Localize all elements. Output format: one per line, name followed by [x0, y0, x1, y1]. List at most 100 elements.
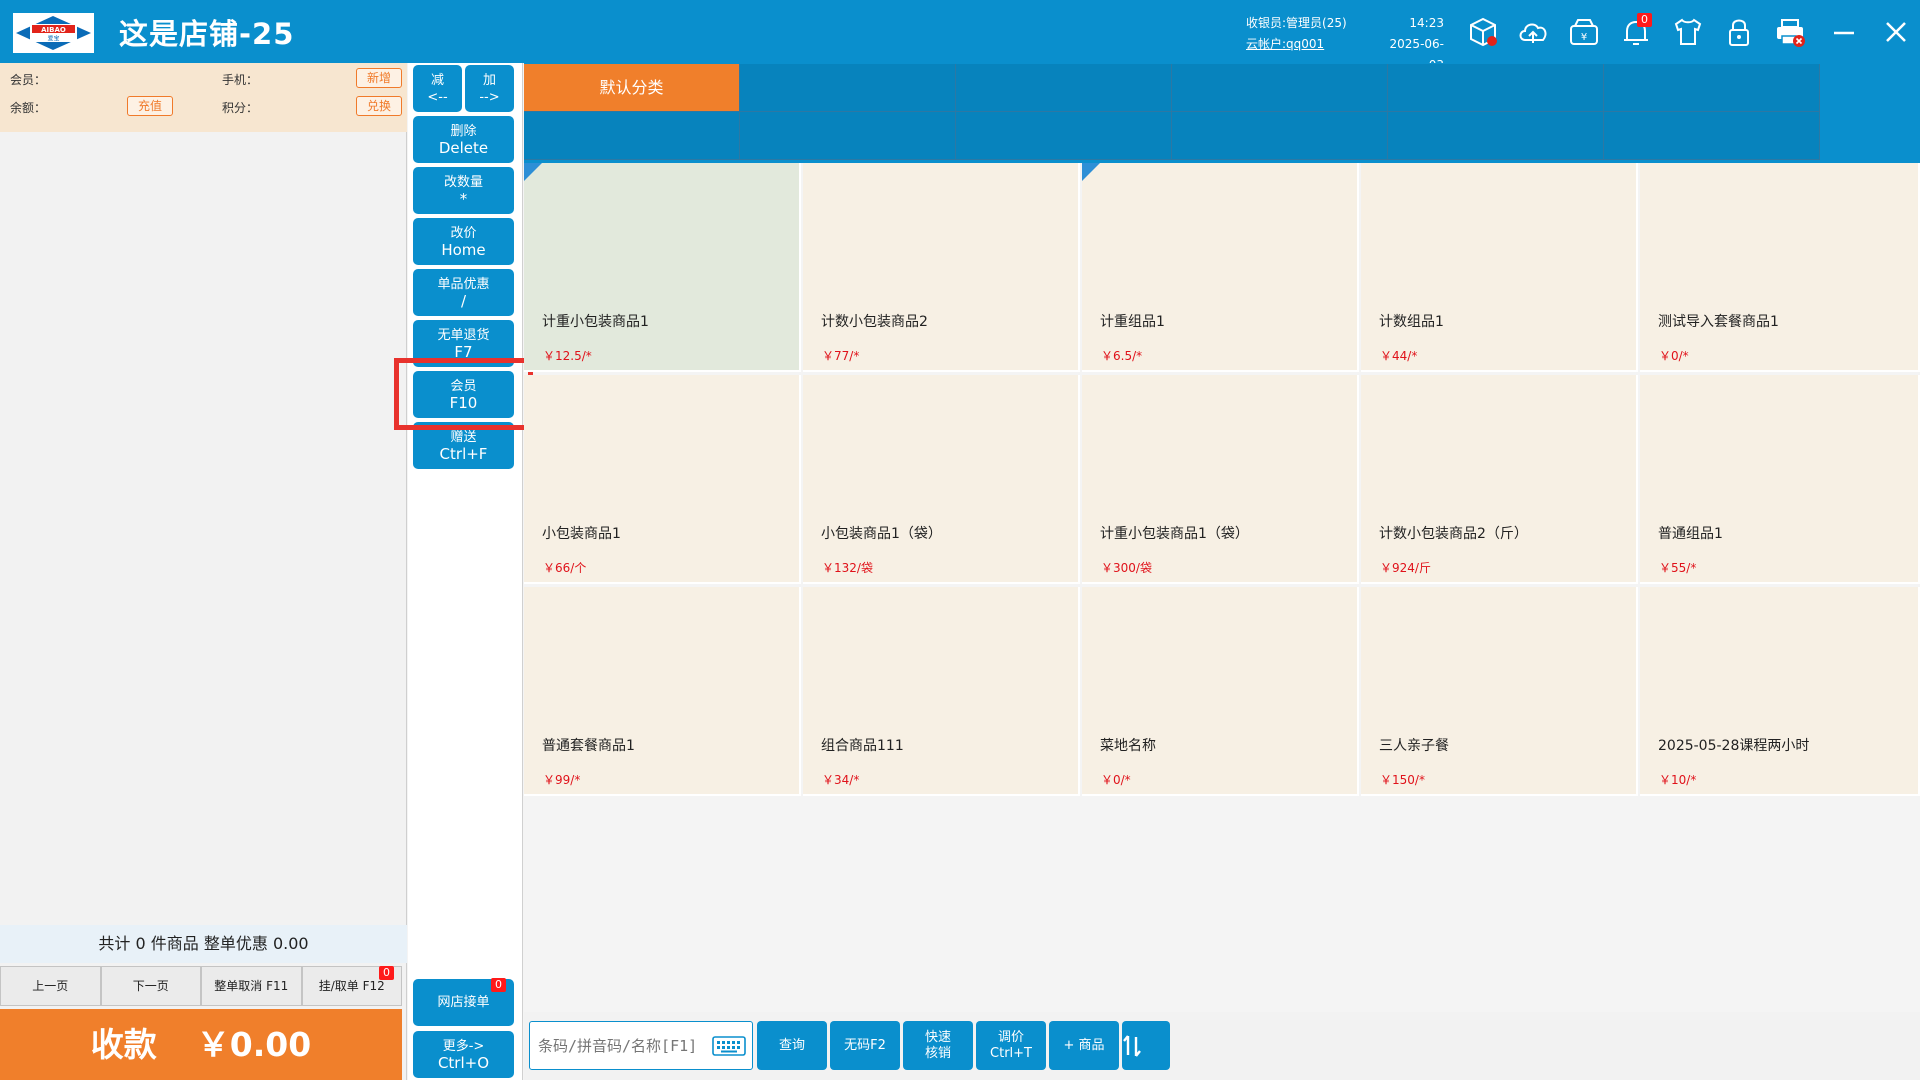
cash-box-icon[interactable]: ¥	[1566, 14, 1602, 50]
product-tile[interactable]: 组合商品111 ￥34/*	[803, 587, 1080, 796]
product-name: 计数组品1	[1379, 314, 1444, 330]
query-button[interactable]: 查询	[757, 1021, 827, 1070]
barcode-search-input[interactable]	[530, 1022, 710, 1069]
product-tile[interactable]: 菜地名称 ￥0/*	[1082, 587, 1359, 796]
more-button[interactable]: 更多-> Ctrl+O	[413, 1031, 514, 1078]
new-member-button[interactable]: 新增	[356, 68, 402, 88]
box-icon[interactable]	[1465, 14, 1501, 50]
product-price: ￥66/个	[543, 561, 587, 575]
product-name: 小包装商品1（袋）	[821, 526, 942, 542]
product-name: 菜地名称	[1100, 738, 1156, 754]
lock-icon[interactable]	[1721, 14, 1757, 50]
item-discount-label: 单品优惠	[437, 276, 490, 292]
delete-label: 删除	[450, 123, 477, 139]
product-name: 计重小包装商品1（袋）	[1100, 526, 1249, 542]
product-tile[interactable]: 计数小包装商品2（斤） ￥924/斤	[1361, 375, 1638, 584]
add-product-button[interactable]: + 商品	[1049, 1021, 1119, 1070]
recharge-button[interactable]: 充值	[127, 96, 173, 116]
category-default[interactable]: 默认分类	[524, 64, 740, 112]
category-slot[interactable]	[524, 112, 740, 160]
close-icon[interactable]	[1878, 14, 1914, 50]
checkout-label: 收款	[90, 1025, 157, 1064]
cancel-order-button[interactable]: 整单取消 F11	[201, 966, 302, 1006]
category-bar: 默认分类	[524, 63, 1920, 163]
product-name: 小包装商品1	[542, 526, 621, 542]
change-quantity-button[interactable]: 改数量 *	[413, 167, 514, 214]
category-slot[interactable]	[740, 112, 956, 160]
product-tile[interactable]: 计数组品1 ￥44/*	[1361, 163, 1638, 372]
adjust-price-shortcut: Ctrl+T	[990, 1045, 1032, 1061]
more-shortcut: Ctrl+O	[437, 1053, 490, 1072]
product-price: ￥44/*	[1380, 349, 1418, 363]
next-page-button[interactable]: 下一页	[100, 966, 201, 1006]
app-logo: AIBAO 爱宝	[13, 13, 94, 53]
cloud-account-link[interactable]: 云帐户:qq001	[1246, 34, 1347, 55]
increase-button[interactable]: 加 -->	[465, 65, 514, 112]
member-label: 会员：	[10, 73, 47, 87]
store-name: 这是店铺-25	[119, 17, 295, 51]
category-slot[interactable]	[956, 112, 1172, 160]
product-name: 计数小包装商品2	[821, 314, 928, 330]
cloud-upload-icon[interactable]	[1515, 14, 1551, 50]
minimize-icon[interactable]	[1826, 14, 1862, 50]
adjust-price-button[interactable]: 调价 Ctrl+T	[976, 1021, 1046, 1070]
cashier-info: 收银员:管理员(25) 云帐户:qq001	[1246, 13, 1347, 55]
adjust-price-label: 调价	[997, 1029, 1024, 1045]
increase-shortcut: -->	[479, 89, 500, 105]
product-tile[interactable]: 计重组品1 ￥6.5/*	[1082, 163, 1359, 372]
category-slot[interactable]	[1172, 112, 1388, 160]
product-price: ￥77/*	[822, 349, 860, 363]
category-slot[interactable]	[740, 64, 956, 112]
redeem-points-button[interactable]: 兑换	[356, 96, 402, 116]
prev-page-button[interactable]: 上一页	[0, 966, 101, 1006]
product-tile[interactable]: 普通套餐商品1 ￥99/*	[524, 587, 801, 796]
points-label: 积分：	[222, 101, 259, 115]
delete-shortcut: Delete	[438, 138, 489, 157]
product-tile[interactable]: 计数小包装商品2 ￥77/*	[803, 163, 1080, 372]
quick-verify-button[interactable]: 快速 核销	[903, 1021, 973, 1070]
change-price-shortcut: Home	[441, 240, 486, 259]
sort-button[interactable]	[1122, 1021, 1170, 1070]
product-price: ￥6.5/*	[1101, 349, 1143, 363]
corner-tag-icon	[524, 163, 542, 181]
category-slot[interactable]	[1604, 64, 1820, 112]
product-tile[interactable]: 计重小包装商品1（袋） ￥300/袋	[1082, 375, 1359, 584]
decrease-button[interactable]: 减 <--	[413, 65, 462, 112]
category-slot[interactable]	[1388, 112, 1604, 160]
product-price: ￥0/*	[1101, 773, 1131, 787]
logo-subtext: 爱宝	[47, 35, 59, 43]
order-panel: 会员： 手机： 新增 余额： 充值 积分： 兑换 共计 0 件商品 整单优惠 0…	[0, 63, 407, 1080]
product-name: 三人亲子餐	[1379, 738, 1449, 754]
top-bar: AIBAO 爱宝 这是店铺-25 收银员:管理员(25) 云帐户:qq001 1…	[0, 0, 1920, 72]
product-price: ￥10/*	[1659, 773, 1697, 787]
keyboard-icon[interactable]	[712, 1036, 746, 1060]
checkout-button[interactable]: 收款 ￥0.00	[0, 1009, 402, 1080]
no-barcode-button[interactable]: 无码F2	[830, 1021, 900, 1070]
phone-label: 手机：	[222, 73, 259, 87]
printer-icon[interactable]	[1772, 14, 1808, 50]
category-slot[interactable]	[1604, 112, 1820, 160]
delete-button[interactable]: 删除 Delete	[413, 116, 514, 163]
category-slot[interactable]	[1172, 64, 1388, 112]
checkout-amount: ￥0.00	[196, 1025, 312, 1064]
more-label: 更多->	[442, 1038, 485, 1054]
order-summary: 共计 0 件商品 整单优惠 0.00	[0, 925, 407, 963]
category-slot[interactable]	[1388, 64, 1604, 112]
item-discount-button[interactable]: 单品优惠 /	[413, 269, 514, 316]
search-bar: 查询 无码F2 快速 核销 调价 Ctrl+T + 商品	[524, 1012, 1920, 1080]
product-price: ￥34/*	[822, 773, 860, 787]
product-tile[interactable]: 小包装商品1（袋） ￥132/袋	[803, 375, 1080, 584]
hang-order-badge: 0	[379, 966, 394, 980]
product-tile[interactable]: 计重小包装商品1 ￥12.5/*	[524, 163, 801, 372]
product-tile[interactable]: 测试导入套餐商品1 ￥0/*	[1640, 163, 1920, 372]
shirt-icon[interactable]	[1670, 14, 1706, 50]
change-price-button[interactable]: 改价 Home	[413, 218, 514, 265]
product-tile[interactable]: 普通组品1 ￥55/*	[1640, 375, 1920, 584]
category-slot[interactable]	[956, 64, 1172, 112]
product-tile[interactable]: 三人亲子餐 ￥150/*	[1361, 587, 1638, 796]
product-tile[interactable]: 2025-05-28课程两小时 ￥10/*	[1640, 587, 1920, 796]
product-name: 计重小包装商品1	[542, 314, 649, 330]
product-tile[interactable]: 小包装商品1 ￥66/个	[524, 375, 801, 584]
decrease-shortcut: <--	[427, 89, 448, 105]
decrease-label: 减	[430, 72, 444, 88]
